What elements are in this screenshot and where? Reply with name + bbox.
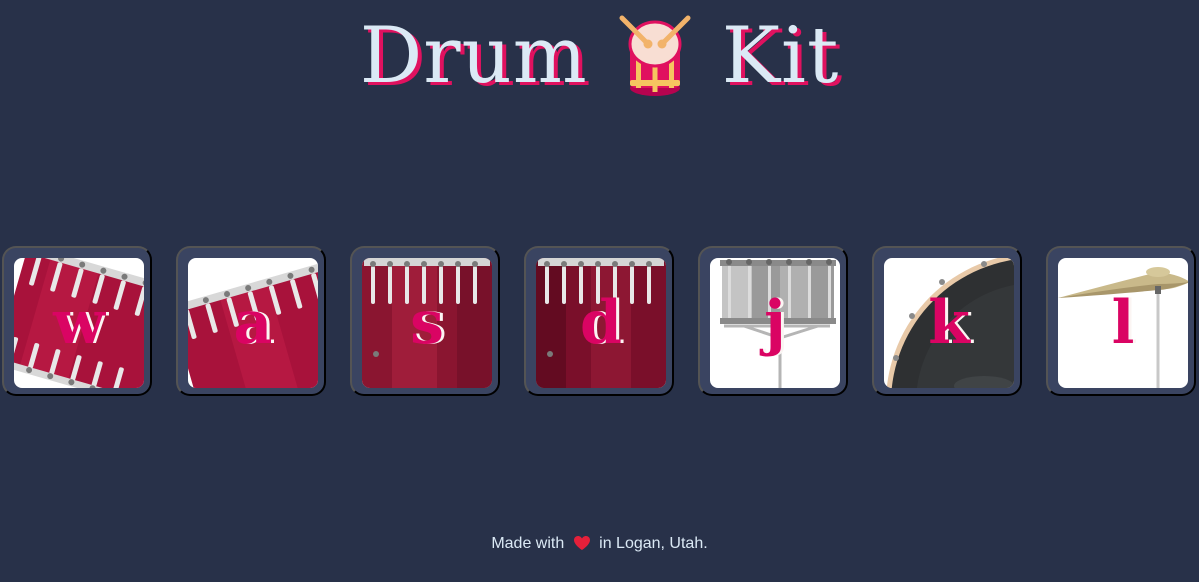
drum-button-a[interactable]: a bbox=[176, 246, 326, 396]
drum-tile: w bbox=[14, 258, 144, 388]
heart-icon bbox=[573, 536, 590, 550]
drum-tile: k bbox=[884, 258, 1014, 388]
drum-button-w[interactable]: w bbox=[2, 246, 152, 396]
title-word-kit: Kit bbox=[721, 11, 840, 101]
drum-key-label: s bbox=[410, 288, 444, 358]
footer-prefix: Made with bbox=[491, 535, 565, 552]
title-word-drum: Drum bbox=[359, 11, 588, 101]
page-title: Drum Kit bbox=[0, 14, 1199, 98]
drum-tile: s bbox=[362, 258, 492, 388]
drum-key-label: a bbox=[233, 288, 273, 358]
drum-button-d[interactable]: d bbox=[524, 246, 674, 396]
drum-button-s[interactable]: s bbox=[350, 246, 500, 396]
drum-icon bbox=[619, 15, 691, 96]
page: Drum Kit w a s d j k l Made with in Loga… bbox=[0, 0, 1199, 582]
drum-button-k[interactable]: k bbox=[872, 246, 1022, 396]
drum-tile: d bbox=[536, 258, 666, 388]
drum-key-label: w bbox=[53, 288, 105, 358]
footer-suffix: in Logan, Utah. bbox=[599, 535, 708, 552]
drum-tile: l bbox=[1058, 258, 1188, 388]
drum-key-label: j bbox=[764, 288, 786, 358]
drum-tile: a bbox=[188, 258, 318, 388]
footer: Made with in Logan, Utah. bbox=[0, 535, 1199, 553]
drum-key-label: k bbox=[928, 288, 970, 358]
drum-tile: j bbox=[710, 258, 840, 388]
drum-set: w a s d j k l bbox=[2, 246, 1196, 396]
drum-button-l[interactable]: l bbox=[1046, 246, 1196, 396]
drum-key-label: l bbox=[1111, 288, 1135, 358]
drum-key-label: d bbox=[580, 288, 622, 358]
drum-button-j[interactable]: j bbox=[698, 246, 848, 396]
